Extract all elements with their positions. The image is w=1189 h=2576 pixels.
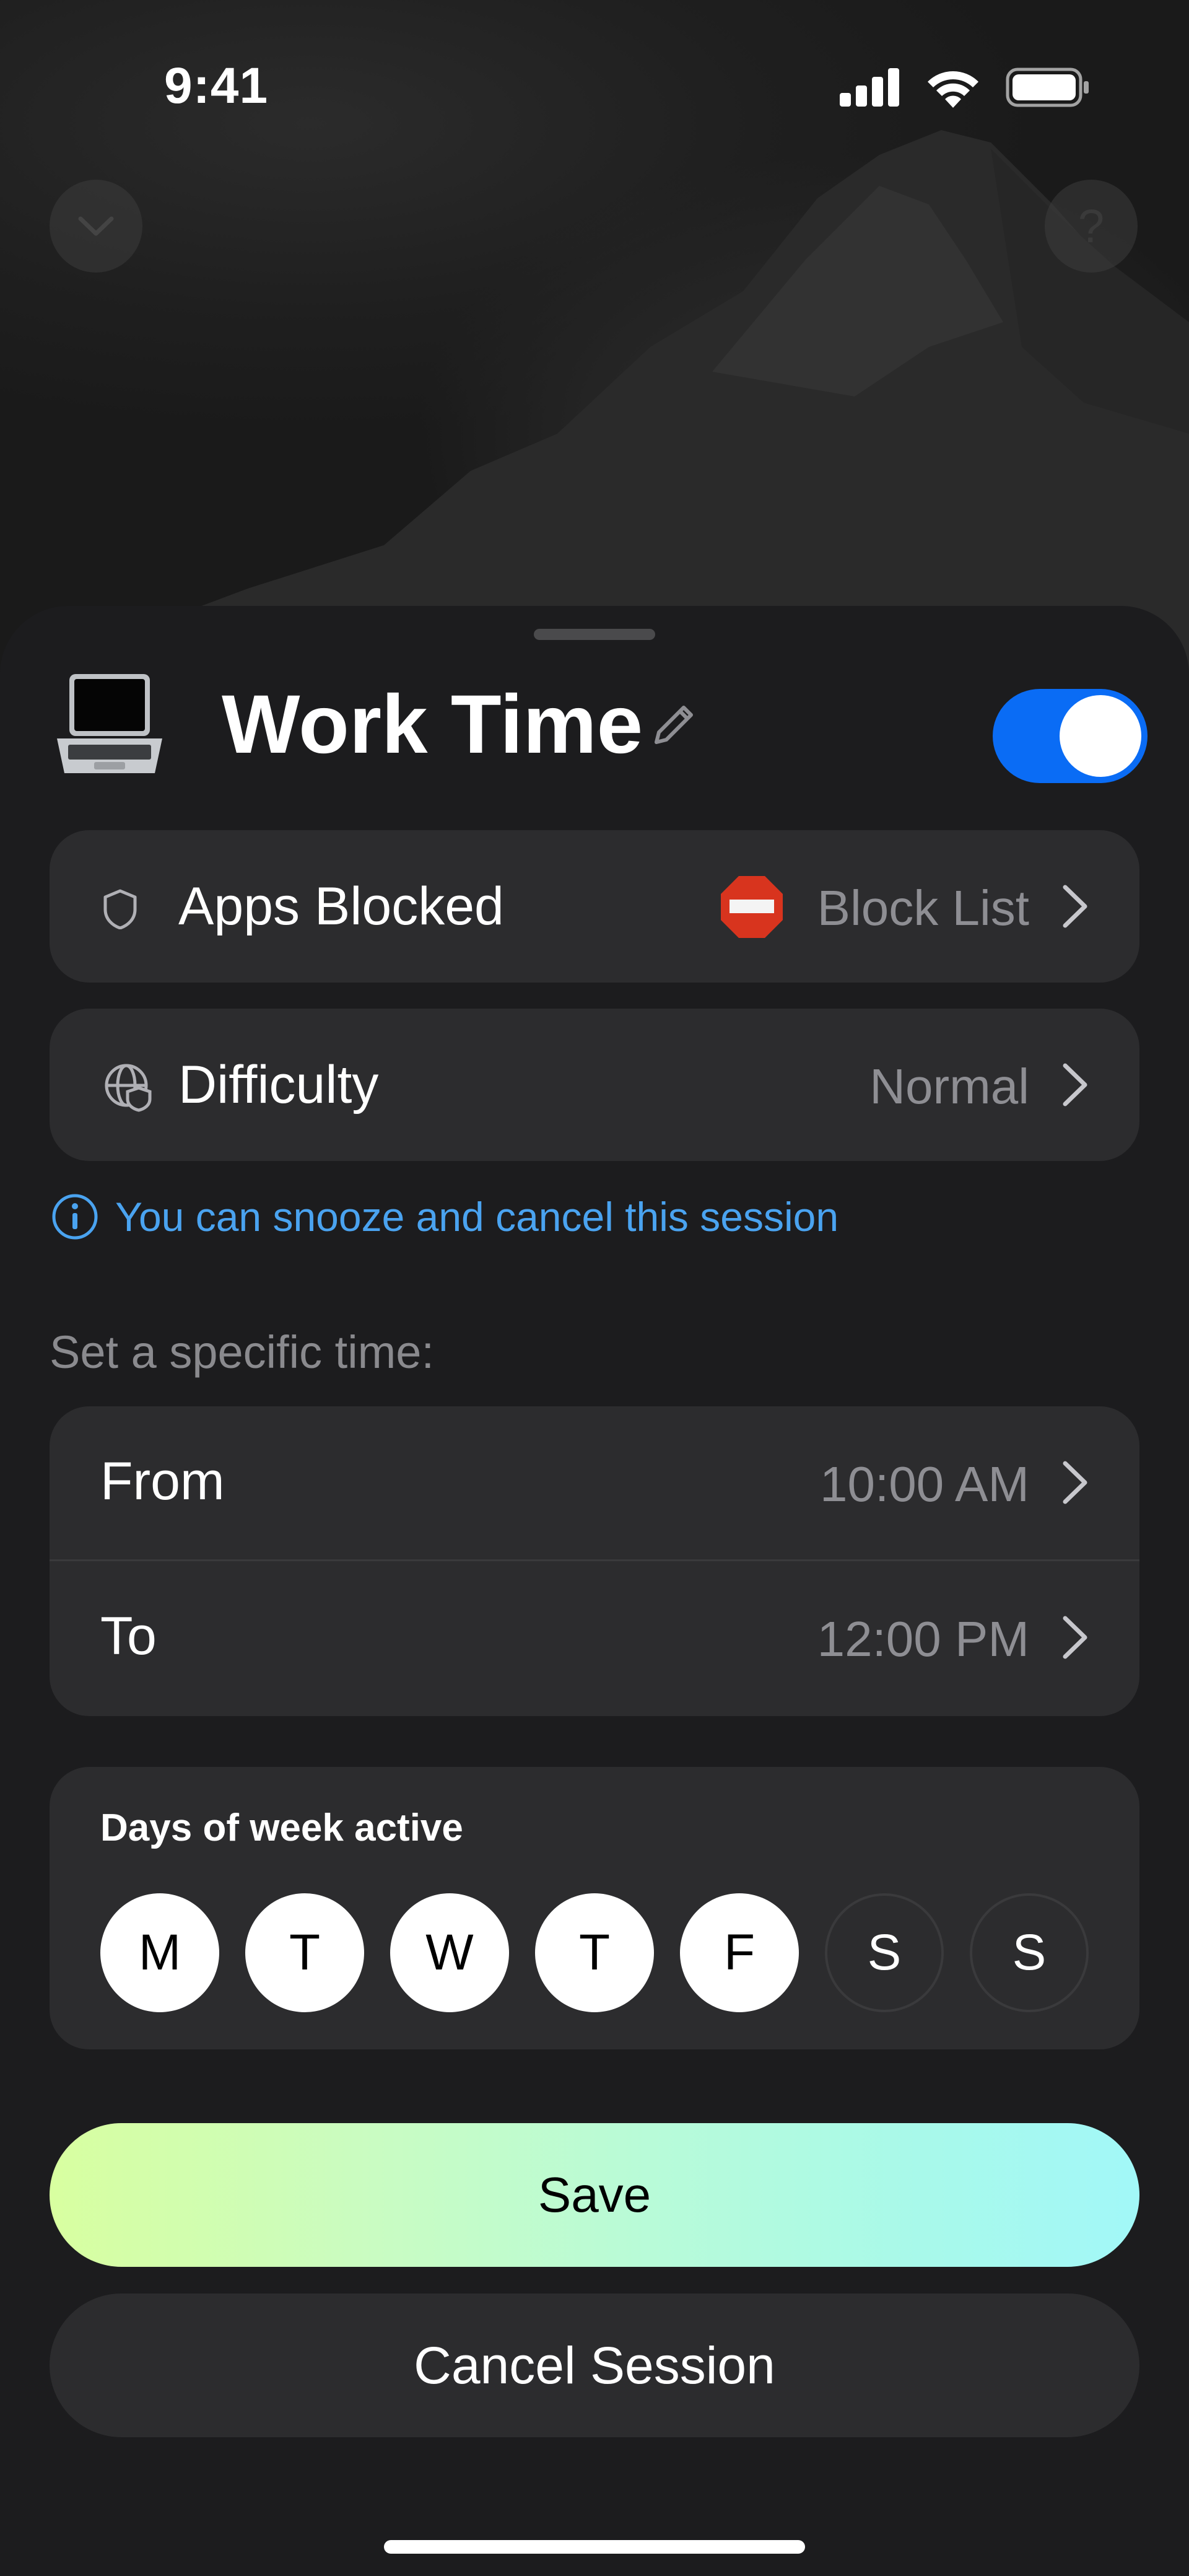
from-label: From bbox=[100, 1452, 225, 1511]
schedule-section-title: Set a specific time: bbox=[50, 1326, 435, 1378]
day-monday[interactable]: M bbox=[100, 1893, 219, 2012]
home-indicator bbox=[384, 2540, 805, 2554]
difficulty-label: Difficulty bbox=[178, 1055, 379, 1115]
block-list-value: Block List bbox=[817, 880, 1029, 935]
session-title[interactable]: Work Time bbox=[222, 675, 643, 774]
chevron-right-icon bbox=[1063, 1461, 1087, 1504]
to-value[interactable]: 12:00 PM bbox=[817, 1611, 1029, 1668]
status-icons bbox=[840, 67, 1090, 108]
chevron-right-icon bbox=[1063, 1063, 1087, 1106]
difficulty-row[interactable]: Difficulty Normal bbox=[50, 1009, 1139, 1161]
globe-shield-icon bbox=[105, 1064, 152, 1112]
shield-icon bbox=[103, 889, 137, 929]
to-label: To bbox=[100, 1606, 157, 1666]
apps-blocked-row[interactable]: Apps Blocked Block List bbox=[50, 830, 1139, 983]
time-divider bbox=[50, 1559, 1139, 1561]
help-button[interactable]: ? bbox=[1045, 180, 1138, 273]
toggle-knob bbox=[1060, 695, 1141, 777]
day-friday[interactable]: F bbox=[680, 1893, 799, 2012]
battery-icon bbox=[1006, 68, 1089, 107]
chevron-right-icon bbox=[1063, 885, 1087, 928]
day-saturday[interactable]: S bbox=[825, 1893, 944, 2012]
question-mark-icon: ? bbox=[1078, 199, 1105, 253]
snooze-info: You can snooze and cancel this session bbox=[51, 1193, 838, 1241]
pencil-icon[interactable] bbox=[649, 699, 700, 750]
laptop-icon bbox=[57, 674, 162, 773]
day-wednesday[interactable]: W bbox=[390, 1893, 509, 2012]
session-enabled-toggle[interactable] bbox=[993, 689, 1148, 783]
chevron-right-icon bbox=[1063, 1616, 1087, 1659]
info-icon bbox=[52, 1194, 98, 1240]
status-time: 9:41 bbox=[164, 58, 269, 114]
day-thursday[interactable]: T bbox=[535, 1893, 654, 2012]
chevron-down-icon bbox=[78, 216, 114, 236]
sheet-grabber[interactable] bbox=[534, 629, 655, 640]
cellular-signal-icon bbox=[840, 68, 899, 107]
wifi-icon bbox=[928, 71, 978, 108]
day-sunday[interactable]: S bbox=[970, 1893, 1089, 2012]
collapse-button[interactable] bbox=[50, 180, 142, 273]
save-button[interactable]: Save bbox=[50, 2123, 1139, 2267]
difficulty-value: Normal bbox=[869, 1059, 1029, 1114]
time-range-card: From 10:00 AM To 12:00 PM bbox=[50, 1406, 1139, 1716]
stop-sign-icon bbox=[721, 876, 783, 938]
cancel-session-button[interactable]: Cancel Session bbox=[50, 2293, 1139, 2437]
days-title: Days of week active bbox=[100, 1807, 463, 1849]
snooze-info-text: You can snooze and cancel this session bbox=[115, 1194, 839, 1240]
day-tuesday[interactable]: T bbox=[245, 1893, 364, 2012]
from-value[interactable]: 10:00 AM bbox=[820, 1456, 1029, 1513]
apps-blocked-label: Apps Blocked bbox=[178, 877, 504, 936]
